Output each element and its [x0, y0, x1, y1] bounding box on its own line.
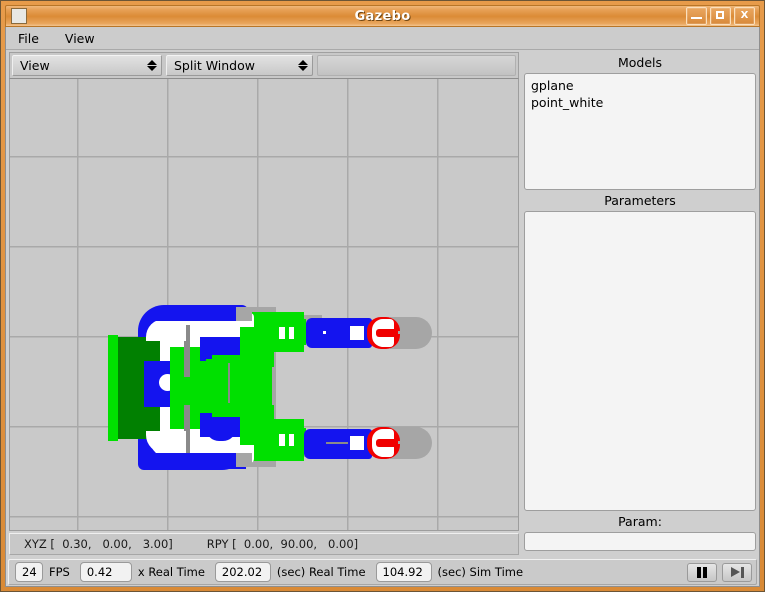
fps-label: FPS	[49, 565, 70, 579]
camera-rpy: RPY [ 0.00, 90.00, 0.00]	[207, 537, 358, 551]
viewport-column: View Split Window	[9, 52, 519, 555]
menu-bar: File View	[6, 27, 759, 50]
view-mode-value: View	[20, 58, 50, 73]
models-panel-title: Models	[524, 52, 756, 73]
parameters-panel-title: Parameters	[524, 190, 756, 211]
view-mode-dropdown[interactable]: View	[12, 55, 162, 76]
side-panel: Models gplane point_white Parameters Par…	[524, 52, 756, 555]
maximize-button[interactable]	[710, 7, 731, 25]
updown-arrow-icon	[131, 60, 157, 71]
fps-value[interactable]: 24	[15, 562, 43, 582]
pause-button[interactable]	[687, 563, 717, 582]
param-label: Param:	[524, 511, 756, 532]
param-input[interactable]	[524, 532, 756, 551]
realtime-factor-value[interactable]: 0.42	[80, 562, 132, 582]
main-split: View Split Window	[6, 50, 759, 555]
minimize-button[interactable]	[686, 7, 707, 25]
menu-view[interactable]: View	[63, 29, 105, 48]
title-bar: Gazebo X	[5, 5, 760, 27]
list-item[interactable]: gplane	[529, 77, 755, 94]
step-forward-icon	[731, 567, 740, 577]
camera-xyz: XYZ [ 0.30, 0.00, 3.00]	[24, 537, 173, 551]
simtime-label: (sec) Sim Time	[438, 565, 524, 579]
menu-file[interactable]: File	[16, 29, 49, 48]
client-area: File View View Split Window	[5, 27, 760, 587]
realtime-factor-label: x Real Time	[138, 565, 205, 579]
window-controls: X	[686, 7, 755, 25]
close-button[interactable]: X	[734, 7, 755, 25]
pause-icon	[697, 567, 701, 578]
close-icon: X	[741, 11, 749, 21]
list-item[interactable]: point_white	[529, 94, 755, 111]
app-icon	[11, 8, 27, 24]
parameters-list[interactable]	[524, 211, 756, 511]
updown-arrow-icon	[282, 60, 308, 71]
camera-pose-bar: XYZ [ 0.30, 0.00, 3.00] RPY [ 0.00, 90.0…	[9, 533, 519, 555]
simtime-value[interactable]: 104.92	[376, 562, 432, 582]
maximize-icon	[716, 11, 724, 19]
window-title: Gazebo	[6, 9, 759, 24]
gazebo-window: Gazebo X File View View	[0, 0, 765, 592]
view-toolbar: View Split Window	[9, 52, 519, 78]
viewport-canvas[interactable]	[10, 79, 518, 530]
split-window-value: Split Window	[174, 58, 255, 73]
robot-model[interactable]	[10, 79, 518, 530]
realtime-value[interactable]: 202.02	[215, 562, 271, 582]
split-window-dropdown[interactable]: Split Window	[166, 55, 313, 76]
models-list[interactable]: gplane point_white	[524, 73, 756, 190]
toolbar-filler	[317, 55, 516, 76]
status-bar: 24 FPS 0.42 x Real Time 202.02 (sec) Rea…	[8, 559, 757, 585]
realtime-label: (sec) Real Time	[277, 565, 366, 579]
render-viewport[interactable]	[9, 78, 519, 531]
minimize-icon	[691, 17, 702, 19]
step-button[interactable]	[722, 563, 752, 582]
